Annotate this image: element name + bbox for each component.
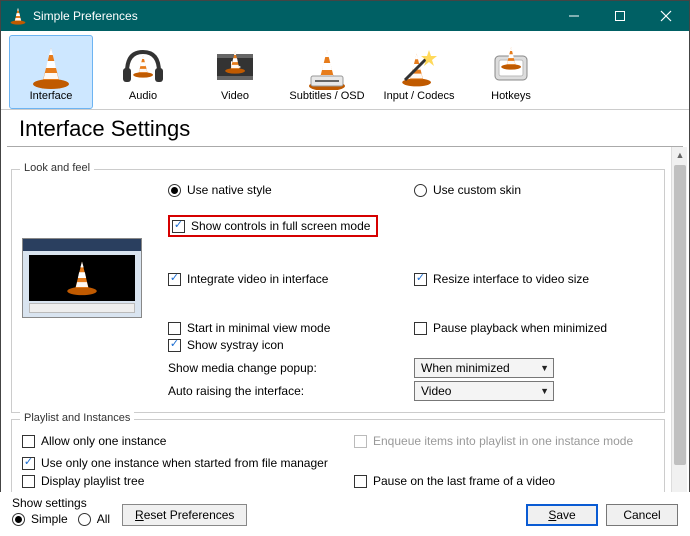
show-settings-group: Show settings Simple All (12, 496, 110, 526)
tab-interface[interactable]: Interface (9, 35, 93, 109)
app-icon (9, 7, 27, 25)
tab-label: Audio (129, 90, 157, 102)
checkbox-resize-to-video[interactable]: Resize interface to video size (414, 272, 589, 286)
scroll-up-icon[interactable]: ▲ (672, 147, 688, 163)
highlight-box: Show controls in full screen mode (168, 215, 378, 237)
minimize-button[interactable] (551, 1, 597, 31)
checkbox-label: Display playlist tree (41, 474, 144, 488)
checkbox-label: Resize interface to video size (433, 272, 589, 286)
tab-label: Subtitles / OSD (289, 90, 364, 102)
radio-label: Use native style (187, 183, 272, 197)
button-label-rest: eset Preferences (144, 508, 235, 522)
tab-hotkeys[interactable]: Hotkeys (469, 35, 553, 109)
checkbox-show-controls-fullscreen[interactable]: Show controls in full screen mode (172, 219, 370, 233)
checkbox-show-systray[interactable]: Show systray icon (168, 338, 284, 352)
settings-body: Look and feel Use native style Use custo… (1, 147, 689, 507)
tab-label: Hotkeys (491, 90, 531, 102)
scroll-thumb[interactable] (674, 165, 686, 465)
dropdown-auto-raise[interactable]: Video ▼ (414, 381, 554, 401)
button-label-rest: ave (556, 508, 575, 522)
checkbox-pause-minimized[interactable]: Pause playback when minimized (414, 321, 607, 335)
radio-native-style[interactable]: Use native style (168, 183, 272, 197)
tab-codecs[interactable]: Input / Codecs (377, 35, 461, 109)
chevron-down-icon: ▼ (540, 363, 549, 373)
window-title: Simple Preferences (33, 9, 551, 23)
checkbox-label: Allow only one instance (41, 434, 166, 448)
group-look-and-feel: Look and feel Use native style Use custo… (11, 169, 665, 413)
category-tabs: Interface Audio Video Subtitles / O (1, 31, 689, 110)
checkbox-pause-last-frame[interactable]: Pause on the last frame of a video (354, 474, 555, 488)
checkbox-enqueue-one-instance: Enqueue items into playlist in one insta… (354, 434, 633, 448)
dropdown-value: Video (421, 384, 451, 398)
radio-custom-skin[interactable]: Use custom skin (414, 183, 521, 197)
radio-label: Simple (31, 512, 68, 526)
radio-label: All (97, 512, 110, 526)
wand-icon (397, 48, 441, 88)
film-icon (213, 48, 257, 88)
checkbox-allow-one-instance[interactable]: Allow only one instance (22, 434, 166, 448)
radio-label: Use custom skin (433, 183, 521, 197)
checkbox-label: Integrate video in interface (187, 272, 328, 286)
radio-show-all[interactable]: All (78, 512, 110, 526)
reset-preferences-button[interactable]: Reset Preferences (122, 504, 247, 526)
checkbox-label: Use only one instance when started from … (41, 456, 328, 470)
keyboard-icon (489, 48, 533, 88)
maximize-button[interactable] (597, 1, 643, 31)
group-title: Playlist and Instances (20, 412, 134, 424)
dropdown-value: When minimized (421, 361, 510, 375)
chevron-down-icon: ▼ (540, 386, 549, 396)
checkbox-label: Show controls in full screen mode (191, 219, 370, 233)
cone-icon (29, 48, 73, 88)
tab-video[interactable]: Video (193, 35, 277, 109)
group-title: Look and feel (20, 162, 94, 174)
footer: Show settings Simple All Reset Preferenc… (0, 492, 690, 536)
checkbox-integrate-video[interactable]: Integrate video in interface (168, 272, 328, 286)
tab-audio[interactable]: Audio (101, 35, 185, 109)
tab-label: Interface (30, 90, 73, 102)
checkbox-display-playlist-tree[interactable]: Display playlist tree (22, 474, 144, 488)
checkbox-one-instance-file-manager[interactable]: Use only one instance when started from … (22, 456, 328, 470)
dropdown-media-change-popup[interactable]: When minimized ▼ (414, 358, 554, 378)
headphones-icon (121, 48, 165, 88)
checkbox-label: Show systray icon (187, 338, 284, 352)
cancel-button[interactable]: Cancel (606, 504, 678, 526)
checkbox-label: Pause on the last frame of a video (373, 474, 555, 488)
skin-preview-thumbnail (22, 238, 142, 318)
checkbox-label: Enqueue items into playlist in one insta… (373, 434, 633, 448)
page-title: Interface Settings (7, 110, 683, 147)
radio-show-simple[interactable]: Simple (12, 512, 68, 526)
subtitles-icon (305, 48, 349, 88)
checkbox-start-minimal[interactable]: Start in minimal view mode (168, 321, 330, 335)
titlebar: Simple Preferences (1, 1, 689, 31)
save-button[interactable]: Save (526, 504, 598, 526)
tab-label: Input / Codecs (384, 90, 455, 102)
checkbox-label: Pause playback when minimized (433, 321, 607, 335)
show-settings-label: Show settings (12, 496, 110, 510)
label-media-change-popup: Show media change popup: (168, 361, 317, 375)
group-playlist-instances: Playlist and Instances Allow only one in… (11, 419, 665, 504)
tab-label: Video (221, 90, 249, 102)
close-button[interactable] (643, 1, 689, 31)
button-label: Cancel (623, 508, 660, 522)
checkbox-label: Start in minimal view mode (187, 321, 330, 335)
vertical-scrollbar[interactable]: ▲ ▼ (671, 147, 687, 507)
tab-subtitles[interactable]: Subtitles / OSD (285, 35, 369, 109)
label-auto-raise: Auto raising the interface: (168, 384, 304, 398)
